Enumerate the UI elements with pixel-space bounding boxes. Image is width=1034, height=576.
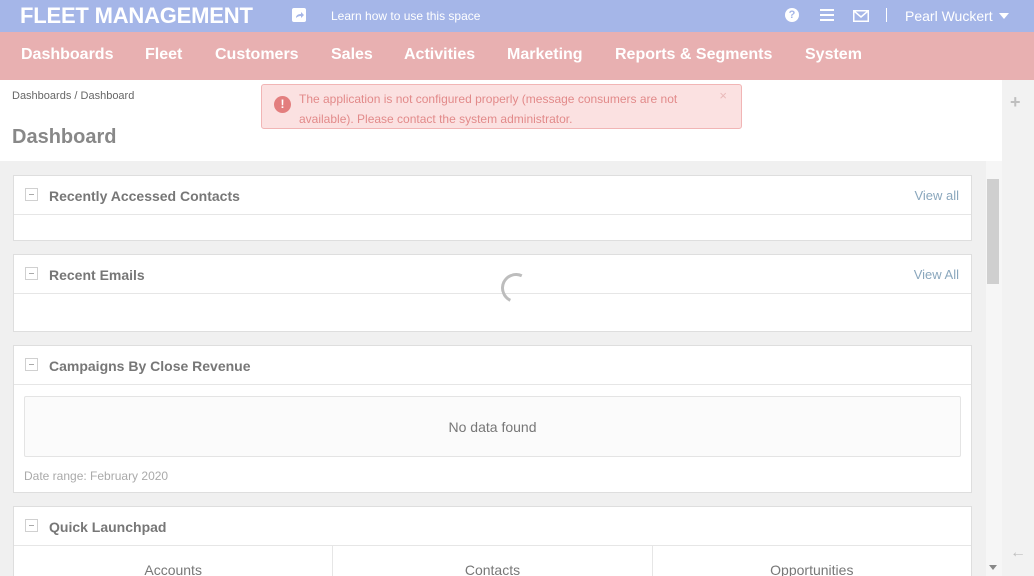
launchpad-opportunities[interactable]: Opportunities (653, 546, 971, 576)
widget-recent-contacts: Recently Accessed Contacts View all (13, 175, 972, 241)
view-all-link[interactable]: View All (914, 267, 959, 282)
collapse-icon[interactable] (25, 519, 38, 532)
widget-title: Recently Accessed Contacts (49, 188, 240, 204)
widget-campaigns-by-close-revenue: Campaigns By Close Revenue No data found… (13, 345, 972, 493)
nav-item-activities[interactable]: Activities (404, 46, 475, 64)
share-icon[interactable] (292, 8, 306, 22)
nav-item-system[interactable]: System (805, 46, 862, 64)
nav-item-fleet[interactable]: Fleet (145, 46, 182, 64)
arrow-left-icon[interactable]: ← (1010, 544, 1026, 562)
alert-message: The application is not configured proper… (299, 92, 678, 126)
scroll-down-icon[interactable] (989, 565, 997, 570)
widget-header: Recent Emails View All (14, 255, 971, 294)
alert-icon: ! (274, 96, 291, 113)
breadcrumb-root[interactable]: Dashboards (12, 90, 71, 102)
widget-title: Recent Emails (49, 267, 145, 283)
help-icon[interactable]: ? (785, 8, 799, 22)
widget-header: Campaigns By Close Revenue (14, 346, 971, 385)
widget-quick-launchpad: Quick Launchpad Accounts Contacts Opport… (13, 506, 972, 576)
date-range: Date range: February 2020 (24, 469, 169, 483)
view-all-link[interactable]: View all (914, 188, 959, 203)
widget-title: Campaigns By Close Revenue (49, 358, 251, 374)
nav-item-customers[interactable]: Customers (215, 46, 299, 64)
close-icon[interactable]: × (719, 88, 727, 103)
nav-item-marketing[interactable]: Marketing (507, 46, 583, 64)
nav-item-sales[interactable]: Sales (331, 46, 373, 64)
chevron-down-icon[interactable] (999, 13, 1009, 19)
right-sidebar (1002, 80, 1034, 576)
menu-icon[interactable] (820, 9, 834, 21)
main-nav: Dashboards Fleet Customers Sales Activit… (0, 32, 1034, 80)
breadcrumb: Dashboards / Dashboard (12, 90, 134, 102)
breadcrumb-separator: / (74, 90, 78, 102)
collapse-icon[interactable] (25, 188, 38, 201)
widget-header: Recently Accessed Contacts View all (14, 176, 971, 215)
launchpad-contacts[interactable]: Contacts (333, 546, 653, 576)
nav-item-dashboards[interactable]: Dashboards (21, 46, 113, 64)
header-divider (886, 8, 887, 22)
no-data-panel: No data found (24, 396, 961, 457)
nav-item-reports-segments[interactable]: Reports & Segments (615, 46, 772, 64)
launchpad-columns: Accounts Contacts Opportunities (14, 546, 971, 576)
collapse-icon[interactable] (25, 358, 38, 371)
top-header: FLEET MANAGEMENT Learn how to use this s… (0, 0, 1034, 32)
user-menu[interactable]: Pearl Wuckert (905, 8, 993, 24)
widget-header: Quick Launchpad (14, 507, 971, 546)
app-title[interactable]: FLEET MANAGEMENT (20, 3, 253, 29)
collapse-icon[interactable] (25, 267, 38, 280)
breadcrumb-current: Dashboard (80, 90, 135, 102)
page-title: Dashboard (12, 126, 117, 148)
widget-title: Quick Launchpad (49, 519, 167, 535)
error-alert: ! The application is not configured prop… (261, 84, 742, 129)
plus-icon[interactable]: + (1010, 92, 1021, 113)
no-data-text: No data found (448, 419, 537, 435)
mail-icon[interactable] (853, 9, 869, 27)
help-link[interactable]: Learn how to use this space (331, 9, 480, 23)
scrollbar-thumb[interactable] (987, 179, 999, 284)
launchpad-accounts[interactable]: Accounts (14, 546, 334, 576)
widget-recent-emails: Recent Emails View All (13, 254, 972, 332)
